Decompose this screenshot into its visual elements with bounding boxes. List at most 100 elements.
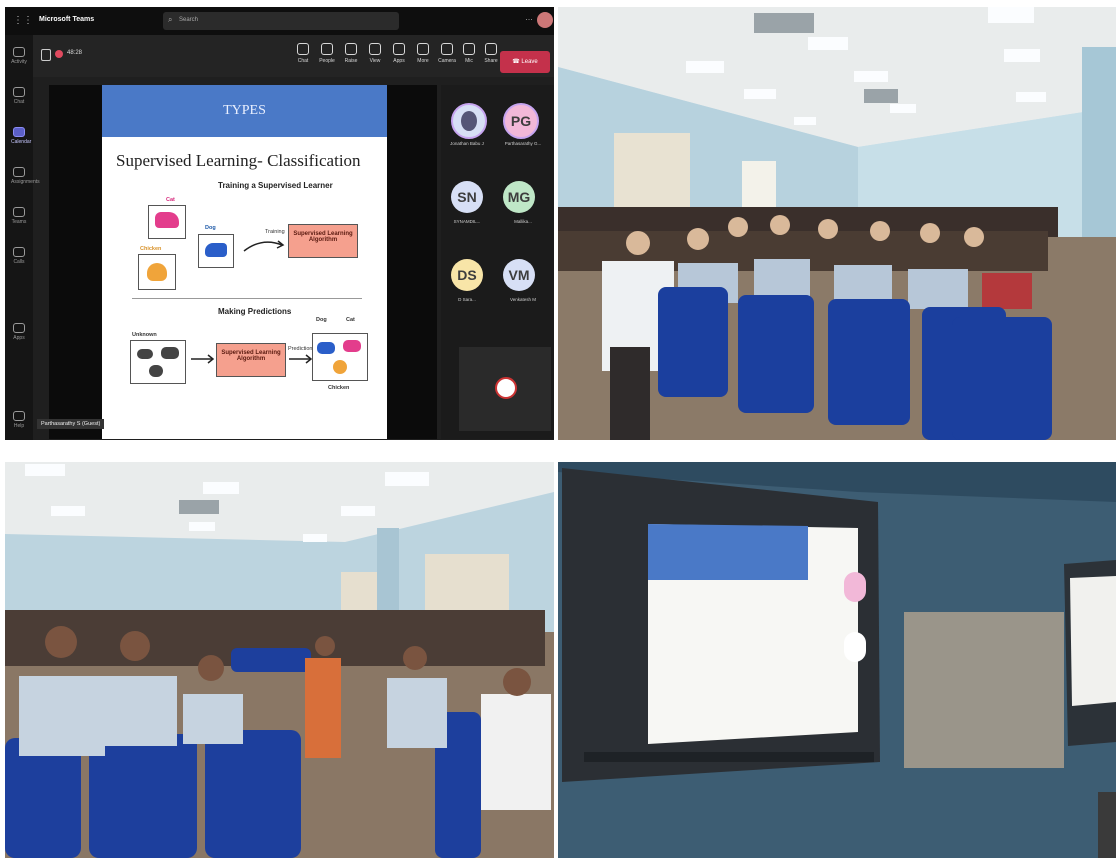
toolbar-label: Apps xyxy=(393,58,405,64)
divider xyxy=(132,298,362,299)
participant-name: Venkatesh M xyxy=(509,297,536,302)
institution-logo xyxy=(495,377,517,399)
camera-icon xyxy=(441,43,453,55)
left-rail: Activity Chat Calendar Assignments Teams… xyxy=(5,35,40,440)
self-video-tile xyxy=(459,347,551,431)
toolbar-label: Share xyxy=(484,58,498,64)
training-heading: Training a Supervised Learner xyxy=(218,181,333,190)
rail-item-chat[interactable]: Chat xyxy=(11,87,27,109)
search-icon: ⌕ xyxy=(168,15,173,24)
participant-avatar[interactable]: MG xyxy=(503,181,535,213)
dog-prediction-label: Dog xyxy=(316,317,327,323)
search-input[interactable]: ⌕ Search xyxy=(163,12,399,30)
toolbar-chat[interactable]: Chat xyxy=(291,43,315,64)
participant-name: Mallika... xyxy=(514,219,532,224)
prediction-arrow xyxy=(289,354,313,364)
toolbar-label: More xyxy=(417,58,429,64)
rail-label: Help xyxy=(13,423,25,429)
shield-icon xyxy=(41,49,51,61)
chat-icon xyxy=(13,87,25,97)
lecture-hall-photo-rear xyxy=(5,462,554,858)
toolbar-apps[interactable]: Apps xyxy=(387,43,411,64)
unknown-label: Unknown xyxy=(132,332,157,338)
profile-photo-icon xyxy=(461,111,477,131)
rail-item-assignments[interactable]: Assignments xyxy=(11,167,40,189)
leave-label: Leave xyxy=(521,59,538,65)
teams-title-bar: ⋮⋮ Microsoft Teams ⌕ Search … xyxy=(5,7,554,35)
audience-photo xyxy=(558,7,1116,440)
app-title: Microsoft Teams xyxy=(39,16,95,23)
more-icon[interactable]: … xyxy=(525,13,533,22)
app-grid-icon[interactable]: ⋮⋮ xyxy=(13,15,33,26)
participant-name: Parthasarathy G... xyxy=(504,141,542,146)
chicken-prediction-label: Chicken xyxy=(328,385,350,391)
calendar-icon xyxy=(13,127,25,137)
prediction-arrow-label: Prediction xyxy=(288,346,313,352)
cat-prediction-label: Cat xyxy=(346,317,355,323)
rail-label: Chat xyxy=(13,99,25,105)
participant-avatar[interactable]: SN xyxy=(451,181,483,213)
cat-icon xyxy=(155,212,179,228)
call-timer: 48:28 xyxy=(67,50,83,56)
meeting-toolbar: 48:28 Chat People Raise View Apps More C… xyxy=(33,35,554,77)
participant-avatar[interactable]: VM xyxy=(503,259,535,291)
participant-avatar[interactable] xyxy=(451,103,487,139)
toolbar-raise[interactable]: Raise xyxy=(339,43,363,64)
rail-label: Activity xyxy=(11,59,27,65)
rail-item-teams[interactable]: Teams xyxy=(11,207,27,229)
toolbar-people[interactable]: People xyxy=(315,43,339,64)
rail-item-calendar[interactable]: Calendar xyxy=(11,127,31,149)
animal-silhouette-icon xyxy=(137,349,153,359)
avatar[interactable] xyxy=(537,12,553,28)
rail-item-help[interactable]: Help xyxy=(11,411,27,433)
chicken-label: Chicken xyxy=(140,246,162,252)
participant-name: SYNAMDIL... xyxy=(453,219,481,224)
participants-panel: Jonathan Babu J PG Parthasarathy G... SN… xyxy=(441,85,554,439)
toolbar-view[interactable]: View xyxy=(363,43,387,64)
projector-photo xyxy=(558,462,1116,858)
rail-label: Apps xyxy=(13,335,25,341)
cat-icon xyxy=(343,340,361,352)
toolbar-more[interactable]: More xyxy=(411,43,435,64)
rail-label: Assignments xyxy=(11,179,40,185)
teams-meeting-screenshot: ⋮⋮ Microsoft Teams ⌕ Search … Activity C… xyxy=(5,7,554,440)
toolbar-label: Chat xyxy=(297,58,309,64)
search-placeholder: Search xyxy=(179,17,199,23)
mic-icon xyxy=(463,43,475,55)
rail-item-calls[interactable]: Calls xyxy=(11,247,27,269)
view-icon xyxy=(369,43,381,55)
lecture-hall-photo-audience xyxy=(558,7,1116,440)
cat-image xyxy=(148,205,186,239)
share-icon xyxy=(485,43,497,55)
participant-name: D Sara... xyxy=(458,297,476,302)
dog-icon xyxy=(317,342,335,354)
shared-screen: TYPES Supervised Learning- Classificatio… xyxy=(49,85,437,439)
algorithm-box: Supervised Learning Algorithm xyxy=(288,224,358,258)
raise-hand-icon xyxy=(345,43,357,55)
participant-avatar[interactable]: DS xyxy=(451,259,483,291)
toolbar-mic[interactable]: Mic xyxy=(457,43,481,64)
projector-screen-photo xyxy=(558,462,1116,858)
predicted-animals-image xyxy=(312,333,368,381)
cat-label: Cat xyxy=(166,197,175,203)
rail-label: Calendar xyxy=(11,139,32,145)
rail-label: Teams xyxy=(11,219,27,225)
apps-icon xyxy=(393,43,405,55)
participant-name: Jonathan Babu J xyxy=(450,141,484,146)
bell-icon xyxy=(13,47,25,57)
participant-avatar[interactable]: PG xyxy=(503,103,539,139)
toolbar-camera[interactable]: Camera xyxy=(435,43,459,64)
rail-item-apps[interactable]: Apps xyxy=(11,323,27,345)
training-arrow xyxy=(243,240,285,252)
rail-item-activity[interactable]: Activity xyxy=(11,47,27,69)
toolbar-label: Mic xyxy=(465,58,473,64)
rear-view-photo xyxy=(5,462,554,858)
teams-icon xyxy=(13,207,25,217)
help-icon xyxy=(13,411,25,421)
more-icon xyxy=(417,43,429,55)
chicken-image xyxy=(138,254,176,290)
chat-icon xyxy=(297,43,309,55)
predicting-heading: Making Predictions xyxy=(218,307,292,316)
leave-button[interactable]: ☎ Leave xyxy=(500,51,550,73)
toolbar-label: Raise xyxy=(344,58,358,64)
